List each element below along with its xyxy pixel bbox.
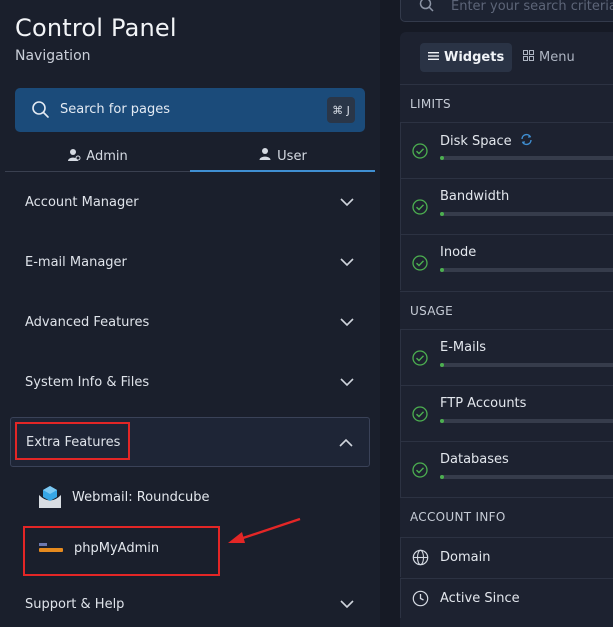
info-label: Active Since <box>440 591 520 606</box>
chevron-down-icon <box>340 598 354 613</box>
nav-item-label: Account Manager <box>25 194 139 210</box>
nav-item-label: E-mail Manager <box>25 254 127 270</box>
widget-ftp-accounts[interactable]: FTP Accounts <box>400 385 613 441</box>
nav-item-support-help[interactable]: Support & Help <box>10 579 370 627</box>
search-pages-button[interactable]: Search for pages ⌘ J <box>15 88 365 132</box>
info-domain[interactable]: Domain <box>400 537 613 577</box>
grid-icon <box>523 50 534 65</box>
nav-item-email-manager[interactable]: E-mail Manager <box>10 237 370 287</box>
widget-label: Disk Space <box>440 134 512 149</box>
page-title: Control Panel <box>15 14 177 42</box>
section-limits: LIMITS <box>410 97 451 111</box>
highlight-phpmyadmin <box>23 526 220 576</box>
widget-bandwidth[interactable]: Bandwidth <box>400 178 613 234</box>
admin-user-icon <box>67 148 81 166</box>
roundcube-icon <box>37 484 63 510</box>
nav-item-advanced-features[interactable]: Advanced Features <box>10 297 370 347</box>
search-placeholder: Enter your search criteria <box>451 0 613 14</box>
dashboard-search-input[interactable]: Enter your search criteria <box>400 0 613 22</box>
check-circle-icon <box>412 255 428 275</box>
chevron-down-icon <box>340 316 354 331</box>
search-icon <box>419 0 435 17</box>
search-placeholder: Search for pages <box>60 102 171 117</box>
annotation-arrow-icon <box>228 517 301 543</box>
chevron-down-icon <box>340 256 354 271</box>
navigation-subtitle: Navigation <box>15 48 91 64</box>
chevron-down-icon <box>340 196 354 211</box>
info-active-since[interactable]: Active Since <box>400 578 613 618</box>
widget-disk-space[interactable]: Disk Space <box>400 122 613 178</box>
usage-bar <box>440 363 613 367</box>
list-icon <box>428 50 439 65</box>
widget-inode[interactable]: Inode <box>400 234 613 290</box>
tab-admin[interactable]: Admin <box>5 142 190 172</box>
widget-label: Databases <box>440 452 509 467</box>
refresh-icon[interactable] <box>520 133 533 150</box>
usage-bar <box>440 419 613 423</box>
check-circle-icon <box>412 350 428 370</box>
user-icon <box>258 147 272 165</box>
dashboard-panel: Enter your search criteria Widgets Menu … <box>380 0 613 627</box>
nav-item-label: Support & Help <box>25 596 125 612</box>
divider <box>400 497 613 498</box>
check-circle-icon <box>412 462 428 482</box>
highlight-extra-features <box>15 422 130 460</box>
tab-menu-label: Menu <box>539 50 575 65</box>
widget-databases[interactable]: Databases <box>400 441 613 497</box>
sidebar: Control Panel Navigation Search for page… <box>0 0 380 627</box>
info-label: Domain <box>440 550 491 565</box>
section-account-info: ACCOUNT INFO <box>410 510 506 524</box>
widget-label: E-Mails <box>440 340 487 355</box>
nav-item-label: System Info & Files <box>25 374 150 390</box>
globe-icon <box>412 549 429 570</box>
tab-widgets-label: Widgets <box>444 50 505 65</box>
nav-item-account-manager[interactable]: Account Manager <box>10 177 370 227</box>
divider <box>400 291 613 292</box>
usage-bar <box>440 212 613 216</box>
widget-label: Bandwidth <box>440 189 510 204</box>
role-tabs: Admin User <box>5 142 375 172</box>
clock-icon <box>412 590 429 611</box>
section-usage: USAGE <box>410 304 454 318</box>
shortcut-badge: ⌘ J <box>327 97 355 123</box>
check-circle-icon <box>412 406 428 426</box>
tab-user[interactable]: User <box>190 142 375 172</box>
sub-item-label: Webmail: Roundcube <box>72 489 210 505</box>
check-circle-icon <box>412 199 428 219</box>
widget-label: FTP Accounts <box>440 396 527 411</box>
chevron-down-icon <box>340 376 354 391</box>
tab-menu[interactable]: Menu <box>515 43 583 72</box>
chevron-up-icon <box>339 436 353 451</box>
tab-widgets[interactable]: Widgets <box>420 43 513 72</box>
widget-label: Inode <box>440 245 477 260</box>
search-icon <box>31 100 51 124</box>
usage-bar <box>440 475 613 479</box>
tab-user-label: User <box>277 148 307 164</box>
usage-bar <box>440 156 613 160</box>
check-circle-icon <box>412 143 428 163</box>
sub-item-webmail-roundcube[interactable]: Webmail: Roundcube <box>37 482 209 512</box>
divider <box>400 84 613 85</box>
widget-emails[interactable]: E-Mails <box>400 329 613 385</box>
nav-item-system-info[interactable]: System Info & Files <box>10 357 370 407</box>
tab-admin-label: Admin <box>86 149 128 164</box>
nav-item-label: Advanced Features <box>25 314 150 330</box>
usage-bar <box>440 268 613 272</box>
